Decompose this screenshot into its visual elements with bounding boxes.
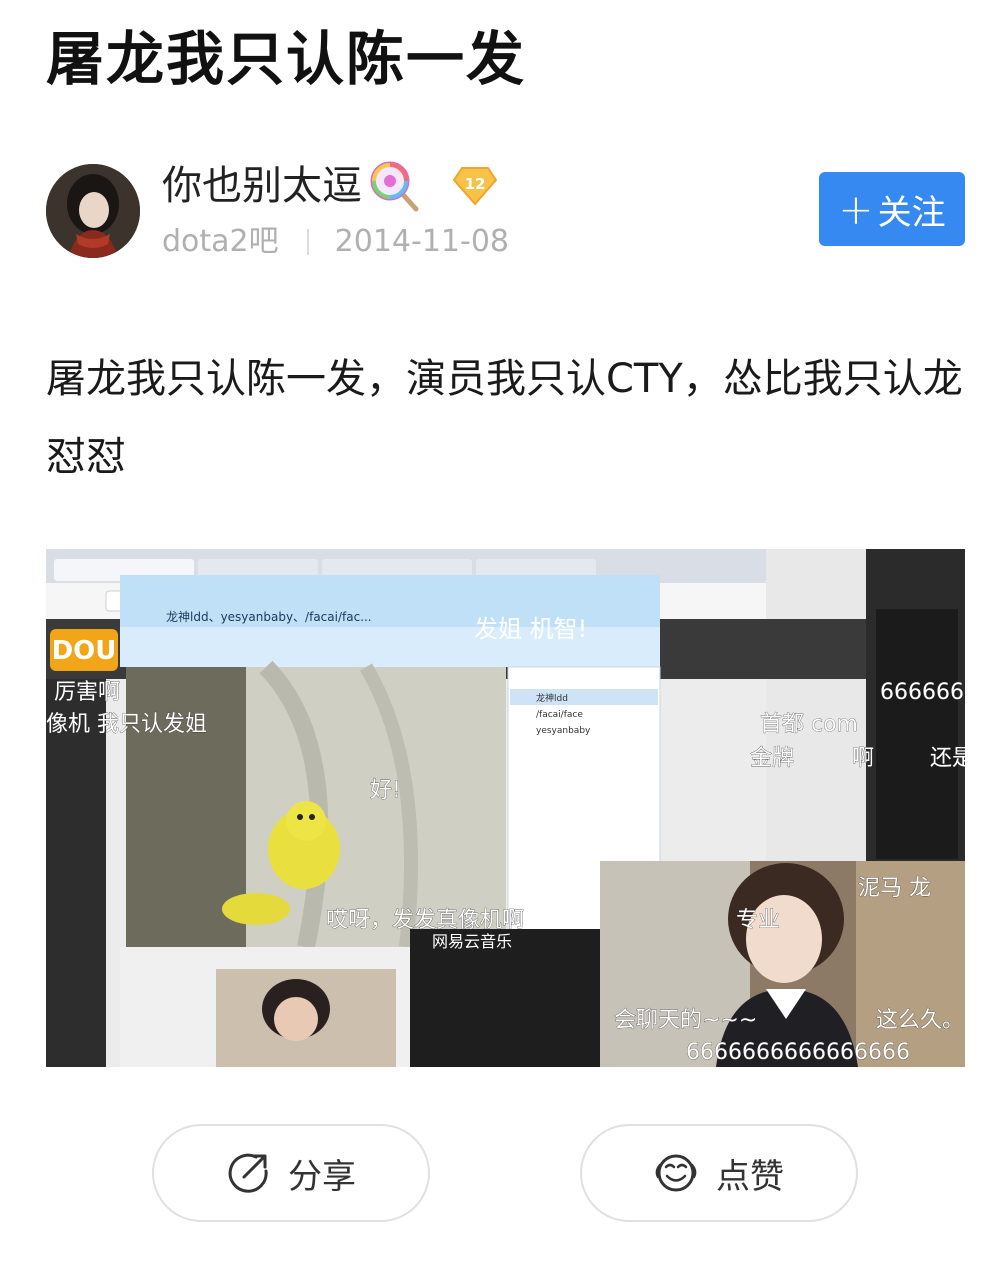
share-button[interactable]: 分享	[152, 1124, 430, 1222]
follow-button-label: 关注	[877, 192, 946, 233]
member-1: 龙神ldd	[536, 692, 568, 704]
share-icon	[228, 1153, 268, 1193]
level-badge-icon: 12	[452, 167, 498, 206]
avatar[interactable]	[46, 164, 140, 258]
post-title: 屠龙我只认陈一发	[46, 25, 527, 93]
danmaku-13: 这么久。	[876, 1008, 964, 1033]
danmaku-14: 6666666666666666	[686, 1040, 910, 1065]
danmaku-2: 像机 我只认发姐	[46, 712, 207, 737]
danmaku-10: 专业	[736, 908, 780, 933]
like-button-label: 点赞	[716, 1156, 784, 1197]
post-image[interactable]: DOU 龙神ldd、yesyanbaby、/facai/fac... 发姐 机智…	[46, 549, 965, 1067]
chat-banner: 发姐 机智!	[474, 615, 587, 643]
plus-icon: +	[838, 184, 874, 234]
forum-name[interactable]: dota2吧	[162, 222, 279, 262]
music-app-name: 网易云音乐	[432, 932, 512, 951]
post-meta: dota2吧 2014-11-08	[162, 222, 509, 262]
author-name-row[interactable]: 你也别太逗	[162, 158, 422, 214]
share-button-label: 分享	[288, 1156, 356, 1197]
danmaku-6: 首都 com	[760, 712, 858, 737]
meta-divider	[306, 229, 309, 255]
lollipop-icon	[370, 161, 419, 212]
danmaku-11: 泥马 龙	[858, 876, 931, 901]
avatar-image	[46, 164, 140, 258]
author-name[interactable]: 你也别太逗	[162, 158, 362, 214]
like-face-icon	[655, 1154, 697, 1192]
danmaku-12: 会聊天的~~~	[614, 1008, 757, 1033]
member-3: yesyanbaby	[536, 726, 591, 736]
level-badge-text: 12	[465, 175, 486, 193]
follow-button[interactable]: + 关注	[819, 172, 965, 246]
member-2: /facai/face	[536, 710, 583, 720]
like-button[interactable]: 点赞	[580, 1124, 858, 1222]
post-date: 2014-11-08	[334, 224, 509, 259]
danmaku-8: 啊	[852, 746, 874, 771]
danmaku-7: 金牌	[750, 746, 794, 771]
danmaku-4: 哎呀，发发真像机啊	[326, 908, 524, 933]
douyu-logo: DOU	[52, 636, 117, 666]
stream-screenshot: DOU 龙神ldd、yesyanbaby、/facai/fac... 发姐 机智…	[46, 549, 965, 1067]
danmaku-1: 厉害啊	[54, 680, 120, 705]
danmaku-3: 好!	[370, 778, 401, 803]
danmaku-5: 666666	[880, 680, 964, 705]
danmaku-9: 还是	[930, 746, 965, 771]
post-body: 屠龙我只认陈一发，演员我只认CTY，怂比我只认龙怼怼	[46, 356, 963, 480]
chat-window-title: 龙神ldd、yesyanbaby、/facai/fac...	[166, 610, 372, 624]
